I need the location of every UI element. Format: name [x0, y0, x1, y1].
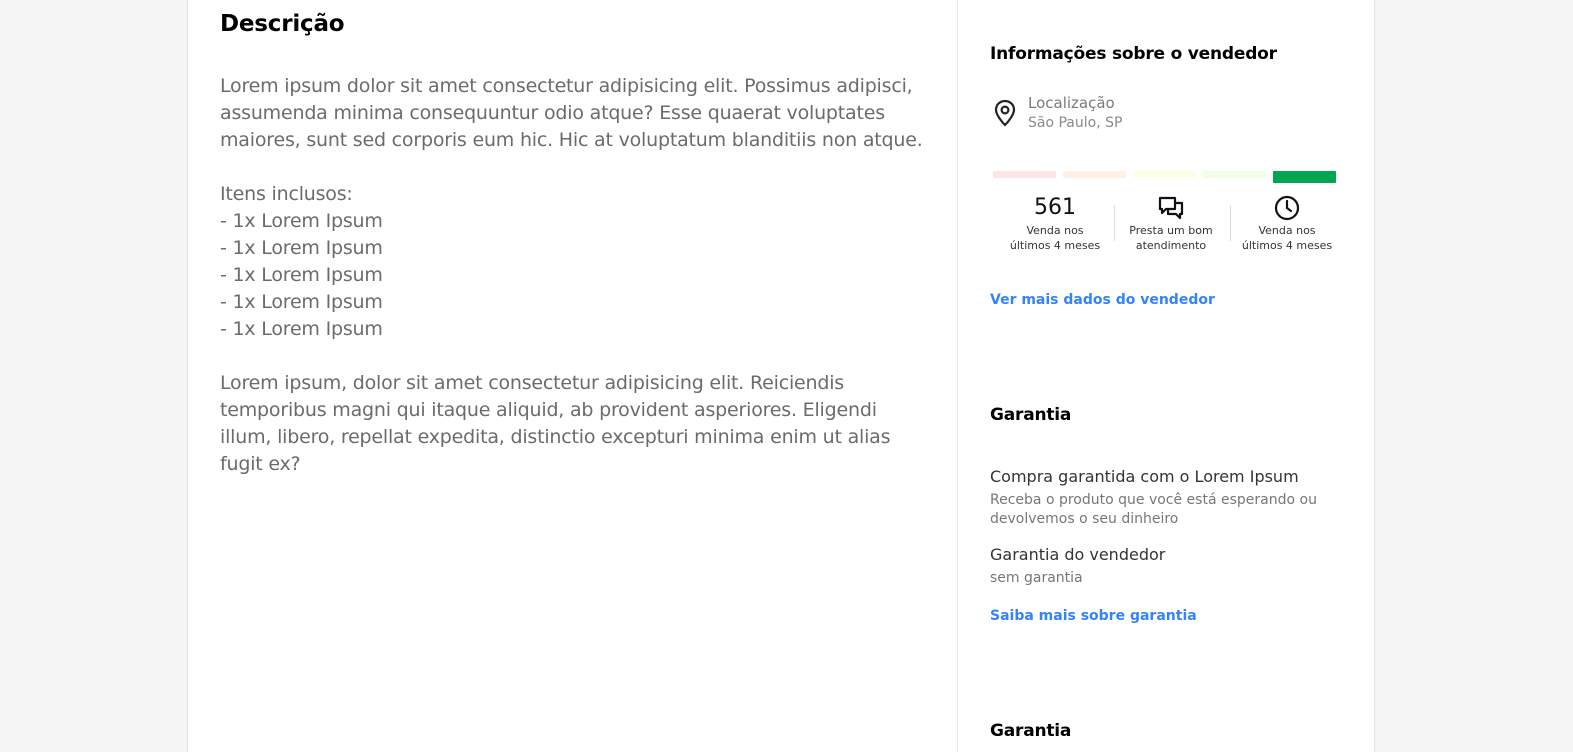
description-paragraph: Lorem ipsum dolor sit amet consectetur a…	[220, 75, 923, 151]
location-label: Localização	[1028, 94, 1115, 112]
warranty-title: Garantia	[990, 405, 1072, 425]
included-items-label: Itens inclusos:	[220, 183, 353, 205]
seller-location: Localização São Paulo, SP	[990, 94, 1330, 134]
metric-caption: Venda nos últimos 4 meses	[1009, 224, 1101, 252]
warranty-item-subtitle: Receba o produto que você está esperando…	[990, 492, 1317, 527]
description-title: Descrição	[220, 11, 345, 37]
reputation-level-4	[1203, 171, 1266, 178]
reputation-level-3	[1133, 171, 1196, 178]
warranty-item-title: Garantia do vendedor	[990, 545, 1166, 564]
chat-bubbles-icon	[1121, 194, 1221, 222]
metric-delivery: Venda nos últimos 4 meses	[1237, 194, 1337, 253]
sales-count: 561	[1034, 195, 1076, 220]
metric-sales: 561 Venda nos últimos 4 meses	[1005, 194, 1105, 253]
warranty-item-subtitle: sem garantia	[990, 570, 1083, 586]
included-item: - 1x Lorem Ipsum	[220, 318, 383, 340]
metric-caption: Venda nos últimos 4 meses	[1241, 224, 1333, 252]
reputation-level-1	[993, 171, 1056, 178]
clock-icon	[1237, 194, 1337, 222]
included-item: - 1x Lorem Ipsum	[220, 237, 383, 259]
included-item: - 1x Lorem Ipsum	[220, 291, 383, 313]
seller-metrics: 561 Venda nos últimos 4 meses Presta um …	[999, 194, 1335, 274]
warranty-item-title: Compra garantida com o Lorem Ipsum	[990, 467, 1299, 486]
product-detail-card: Descrição Lorem ipsum dolor sit amet con…	[188, 0, 1374, 752]
description-paragraph: Lorem ipsum, dolor sit amet consectetur …	[220, 372, 891, 475]
reputation-level-2	[1063, 171, 1126, 178]
included-item: - 1x Lorem Ipsum	[220, 210, 383, 232]
metric-divider	[1230, 205, 1231, 241]
seller-info-title: Informações sobre o vendedor	[990, 44, 1277, 64]
metric-divider	[1114, 205, 1115, 241]
description-body: Lorem ipsum dolor sit amet consectetur a…	[220, 73, 932, 478]
seller-more-link[interactable]: Ver mais dados do vendedor	[990, 292, 1215, 308]
location-pin-icon	[990, 98, 1020, 128]
reputation-level-5	[1273, 171, 1336, 183]
metric-service: Presta um bom atendimento	[1121, 194, 1221, 253]
location-value: São Paulo, SP	[1028, 115, 1123, 131]
metric-caption: Presta um bom atendimento	[1129, 224, 1213, 252]
column-divider	[957, 0, 958, 752]
warranty-title-2: Garantia	[990, 721, 1072, 741]
reputation-thermometer	[993, 171, 1337, 184]
included-item: - 1x Lorem Ipsum	[220, 264, 383, 286]
warranty-more-link[interactable]: Saiba mais sobre garantia	[990, 608, 1197, 624]
